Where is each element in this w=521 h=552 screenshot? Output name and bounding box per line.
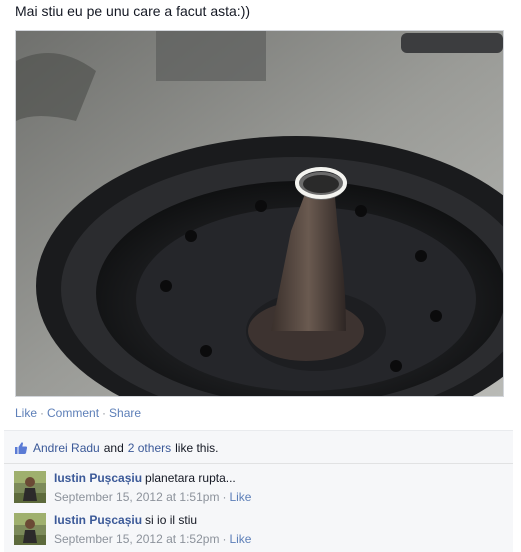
comment-timestamp[interactable]: September 15, 2012 at 1:52pm	[54, 532, 219, 546]
comment-timestamp[interactable]: September 15, 2012 at 1:51pm	[54, 490, 219, 504]
post-actions: Like · Comment · Share	[15, 405, 141, 421]
comment-author-link[interactable]: Iustin Pușcașiu	[54, 471, 142, 485]
comment-item: Iustin Pușcașiu si io il stiu September 1…	[12, 511, 508, 547]
separator-dot: ·	[102, 406, 107, 420]
post-photo[interactable]	[15, 30, 504, 397]
separator-dot: ·	[222, 490, 227, 504]
avatar[interactable]	[14, 471, 46, 503]
divider	[4, 463, 513, 464]
comment-body: Iustin Pușcașiu planetara rupta... Septem…	[54, 470, 251, 505]
tire-photo-image	[16, 31, 503, 396]
comment-text: si io il stiu	[145, 513, 198, 527]
likes-suffix: like this.	[175, 441, 219, 455]
comment-text: planetara rupta...	[145, 471, 236, 485]
separator-dot: ·	[222, 532, 227, 546]
likes-conjunction: and	[103, 441, 124, 455]
comment-meta: September 15, 2012 at 1:52pm · Like	[54, 531, 251, 547]
share-link[interactable]: Share	[109, 406, 141, 420]
likes-summary: Andrei Radu and 2 others like this.	[14, 439, 222, 457]
avatar[interactable]	[14, 513, 46, 545]
feedback-panel: Andrei Radu and 2 others like this. Iust…	[4, 430, 513, 552]
comment-author-link[interactable]: Iustin Pușcașiu	[54, 513, 142, 527]
comment-link[interactable]: Comment	[47, 406, 99, 420]
comment-item: Iustin Pușcașiu planetara rupta... Septem…	[12, 469, 508, 505]
separator-dot: ·	[40, 406, 45, 420]
like-link[interactable]: Like	[15, 406, 37, 420]
user-avatar-image	[14, 471, 46, 503]
comment-like-link[interactable]: Like	[229, 490, 251, 504]
thumbs-up-icon	[15, 442, 28, 454]
post-text: Mai stiu eu pe unu care a facut asta:))	[15, 3, 251, 19]
liker-name-link[interactable]: Andrei Radu	[33, 439, 100, 457]
others-likes-link[interactable]: 2 others	[128, 439, 171, 457]
user-avatar-image	[14, 513, 46, 545]
comment-like-link[interactable]: Like	[229, 532, 251, 546]
comment-body: Iustin Pușcașiu si io il stiu September 1…	[54, 512, 251, 547]
comment-meta: September 15, 2012 at 1:51pm · Like	[54, 489, 251, 505]
